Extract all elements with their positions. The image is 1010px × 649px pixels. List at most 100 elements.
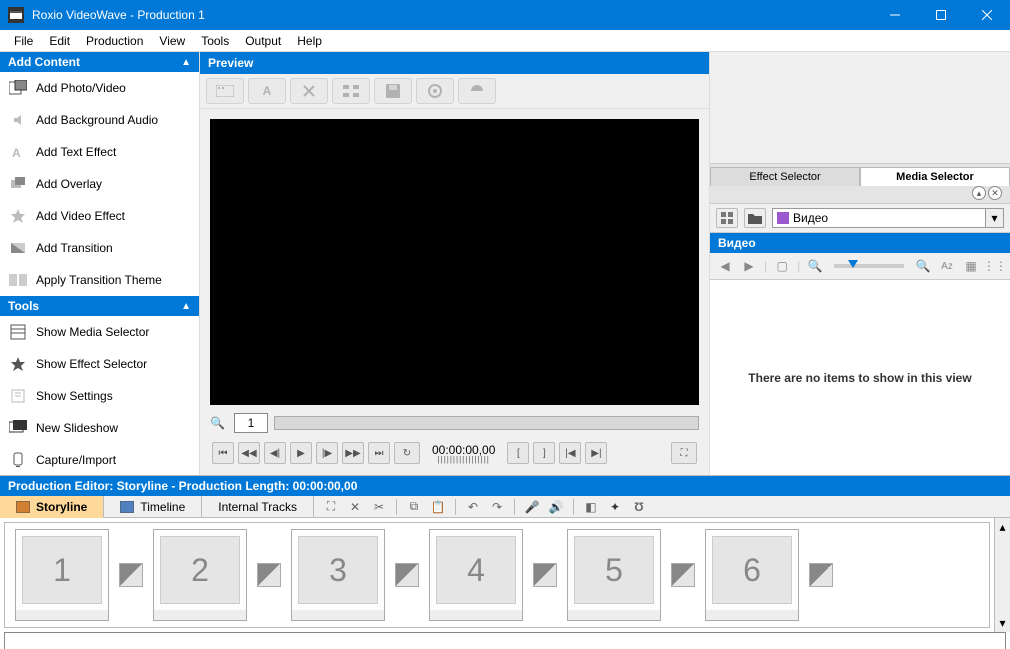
clip-caption-input[interactable] [4,632,1006,649]
cut-icon[interactable]: ✂ [370,498,388,516]
sidebar-add-transition[interactable]: Add Transition [0,232,199,264]
sidebar-add-text-effect[interactable]: A Add Text Effect [0,136,199,168]
menu-production[interactable]: Production [78,32,151,50]
delete-icon[interactable] [290,78,328,104]
sidebar-new-slideshow[interactable]: New Slideshow [0,412,199,444]
sidebar-add-video-effect[interactable]: Add Video Effect [0,200,199,232]
storyline-slot[interactable]: 5 [567,529,661,621]
folder-icon[interactable] [744,208,766,228]
magnify-icon[interactable]: 🔍 [210,416,228,430]
view-mode-button[interactable]: ▢ [773,257,791,275]
collapse-panel-button[interactable]: ▴ [972,186,986,200]
split-icon[interactable]: Ʊ [630,498,648,516]
sidebar-capture-import[interactable]: Capture/Import [0,444,199,476]
capture-icon [8,450,28,470]
effects-icon[interactable]: ✦ [606,498,624,516]
thumbnail-size-slider[interactable] [834,264,904,268]
tab-effect-selector[interactable]: Effect Selector [710,167,860,186]
undo-icon[interactable]: ↶ [464,498,482,516]
sidebar-show-settings[interactable]: Show Settings [0,380,199,412]
tab-storyline[interactable]: Storyline [0,496,104,518]
options-icon[interactable]: ⋮⋮ [986,257,1004,275]
sidebar-show-effect-selector[interactable]: Show Effect Selector [0,348,199,380]
nav-back-button[interactable]: ◀ [716,257,734,275]
goto-end-button[interactable]: ⏭ [368,442,390,464]
zoom-in-icon[interactable]: 🔍 [914,257,932,275]
calendar-icon[interactable]: ▦ [962,257,980,275]
empty-message: There are no items to show in this view [748,371,971,385]
close-button[interactable] [964,0,1010,30]
maximize-button[interactable] [918,0,964,30]
menu-edit[interactable]: Edit [41,32,78,50]
media-type-dropdown[interactable]: Видео ▾ [772,208,1004,228]
transition-slot[interactable] [395,563,419,587]
storyline-slot[interactable]: 6 [705,529,799,621]
sort-az-button[interactable]: Aᴢ [938,257,956,275]
preview-header: Preview [200,52,709,74]
view-grid-icon[interactable] [716,208,738,228]
timecode-display: 00:00:00,00 ||||||||||||||||| [432,443,495,463]
menu-help[interactable]: Help [289,32,330,50]
text-tool-icon[interactable]: A [248,78,286,104]
step-back-button[interactable]: ◀| [264,442,286,464]
storyline-vscroll[interactable]: ▴▾ [994,518,1010,632]
align-icon[interactable] [332,78,370,104]
redo-icon[interactable]: ↷ [488,498,506,516]
transition-slot[interactable] [257,563,281,587]
transition-slot[interactable] [809,563,833,587]
storyline-slot[interactable]: 1 [15,529,109,621]
paste-icon[interactable]: 📋 [429,498,447,516]
menu-file[interactable]: File [6,32,41,50]
transition-slot[interactable] [671,563,695,587]
nav-forward-button[interactable]: ▶ [740,257,758,275]
loop-button[interactable]: ↻ [394,442,420,464]
storyline-slot[interactable]: 4 [429,529,523,621]
tab-timeline[interactable]: Timeline [104,496,202,518]
fullscreen-button[interactable]: ⛶ [671,442,697,464]
goto-start-button[interactable]: ⏮ [212,442,234,464]
fit-icon[interactable]: ⛶ [322,498,340,516]
copy-icon[interactable]: ⧉ [405,498,423,516]
minimize-button[interactable] [872,0,918,30]
sidebar-add-bg-audio[interactable]: Add Background Audio [0,104,199,136]
sidebar-apply-transition-theme[interactable]: Apply Transition Theme [0,264,199,296]
delete-clip-icon[interactable]: ✕ [346,498,364,516]
save-icon[interactable] [374,78,412,104]
audio-icon[interactable]: 🔊 [547,498,565,516]
marker-icon[interactable]: ◧ [582,498,600,516]
preview-scrubber[interactable] [274,416,699,430]
video-preview-canvas[interactable] [210,119,699,405]
media-selector-icon [8,322,28,342]
mic-icon[interactable]: 🎤 [523,498,541,516]
keyboard-icon[interactable] [206,78,244,104]
right-panel: Effect Selector Media Selector ▴ ✕ Видео… [710,52,1010,475]
jump-in-button[interactable]: |◀ [559,442,581,464]
mark-out-button[interactable]: ] [533,442,555,464]
zoom-out-icon[interactable]: 🔍 [806,257,824,275]
menu-tools[interactable]: Tools [193,32,237,50]
zoom-value-input[interactable]: 1 [234,413,268,433]
storyline-track[interactable]: 1 2 3 4 5 6 [4,522,990,628]
sidebar-show-media-selector[interactable]: Show Media Selector [0,316,199,348]
disc-icon[interactable] [416,78,454,104]
tab-internal-tracks[interactable]: Internal Tracks [202,496,314,518]
sidebar-add-overlay[interactable]: Add Overlay [0,168,199,200]
transition-slot[interactable] [533,563,557,587]
menu-view[interactable]: View [151,32,193,50]
tools-header[interactable]: Tools ▲ [0,296,199,316]
export-icon[interactable] [458,78,496,104]
storyline-slot[interactable]: 2 [153,529,247,621]
jump-out-button[interactable]: ▶| [585,442,607,464]
prev-clip-button[interactable]: ◀◀ [238,442,260,464]
close-panel-button[interactable]: ✕ [988,186,1002,200]
mark-in-button[interactable]: [ [507,442,529,464]
step-fwd-button[interactable]: |▶ [316,442,338,464]
play-button[interactable]: ▶ [290,442,312,464]
transition-slot[interactable] [119,563,143,587]
next-clip-button[interactable]: ▶▶ [342,442,364,464]
add-content-header[interactable]: Add Content ▲ [0,52,199,72]
storyline-slot[interactable]: 3 [291,529,385,621]
menu-output[interactable]: Output [237,32,289,50]
tab-media-selector[interactable]: Media Selector [860,167,1010,186]
sidebar-add-photo-video[interactable]: Add Photo/Video [0,72,199,104]
